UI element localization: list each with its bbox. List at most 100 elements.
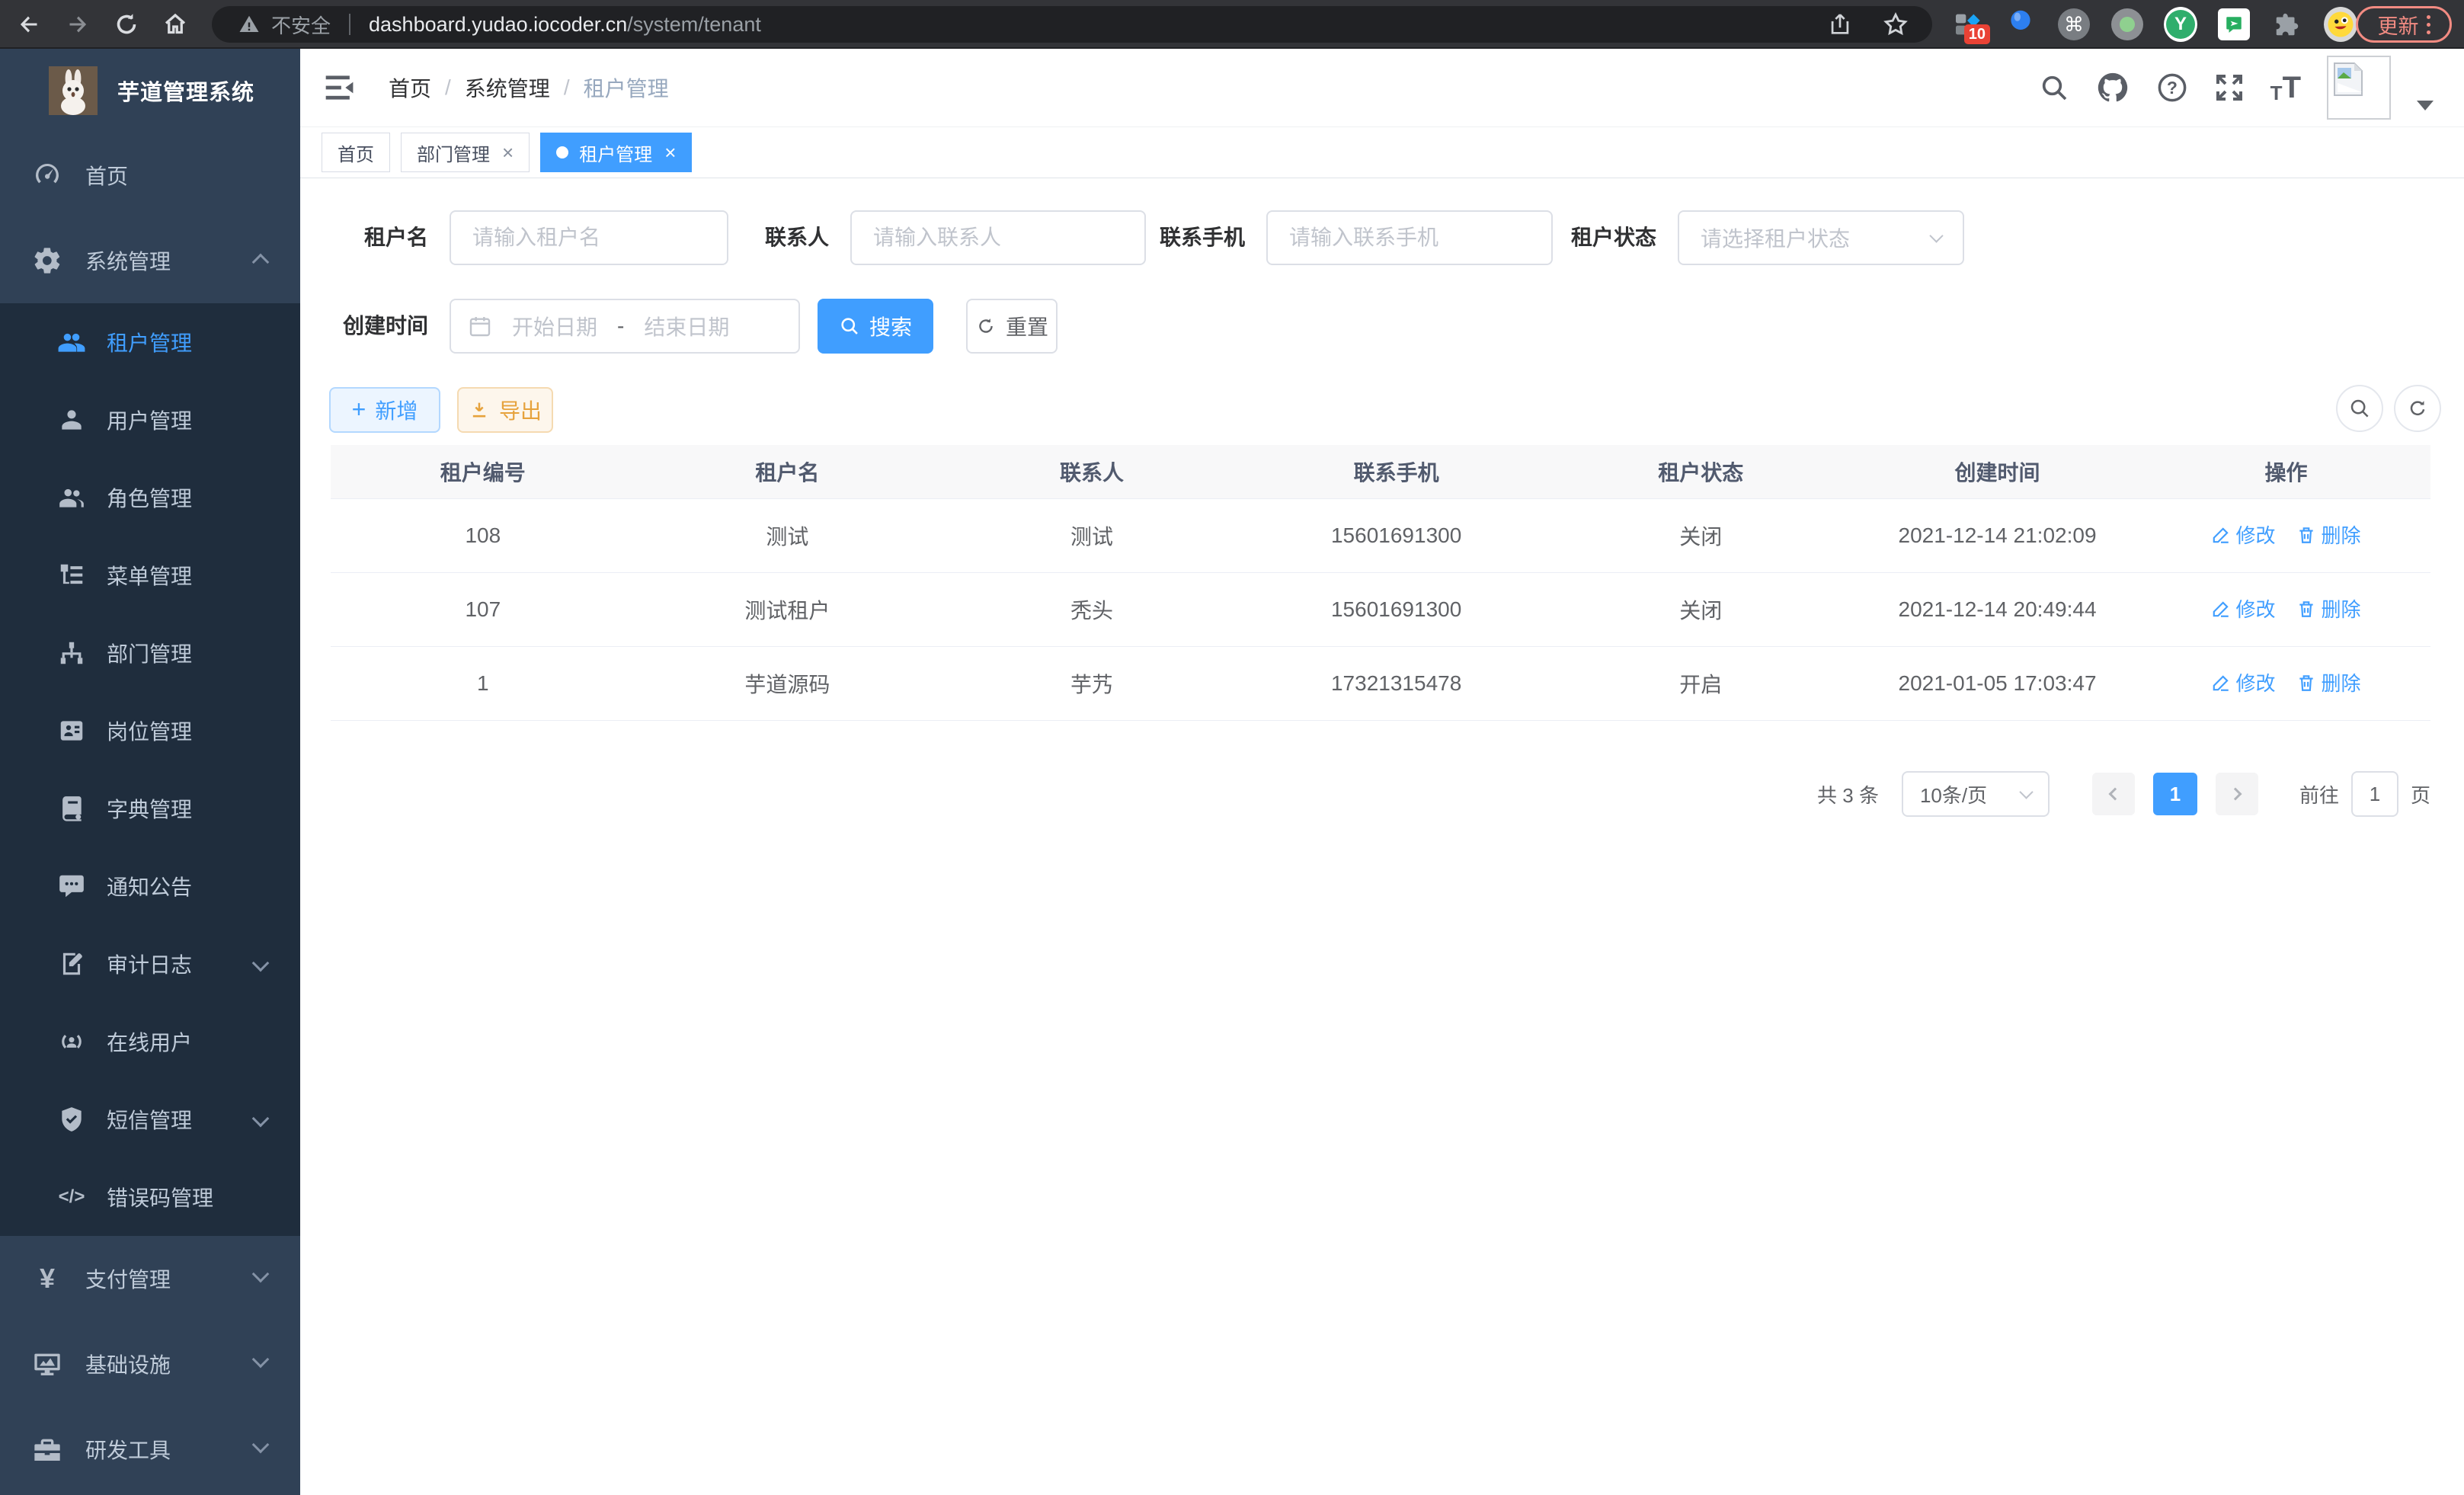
extension-badge: 10 <box>1964 24 1990 44</box>
edit-link[interactable]: 修改 <box>2211 668 2275 696</box>
sidebar-item-label: 首页 <box>85 160 128 190</box>
next-page-button[interactable] <box>2216 773 2258 815</box>
code-icon: </> <box>56 1182 87 1212</box>
tenant-name-input[interactable] <box>450 210 728 265</box>
sidebar-item-tenant[interactable]: 租户管理 <box>0 303 300 381</box>
avatar[interactable] <box>2327 56 2391 120</box>
delete-link[interactable]: 删除 <box>2296 668 2360 696</box>
address-bar[interactable]: 不安全 dashboard.yudao.iocoder.cn /system/t… <box>212 6 1932 43</box>
tag-tenant[interactable]: 租户管理 × <box>540 133 692 172</box>
dictionary-book-icon <box>56 793 87 824</box>
sidebar-item-dept[interactable]: 部门管理 <box>0 614 300 692</box>
sidebar-item-sms[interactable]: 短信管理 <box>0 1080 300 1158</box>
cell-tenant-name: 测试租户 <box>635 572 940 646</box>
extensions-puzzle-icon[interactable] <box>2270 8 2304 41</box>
delete-link[interactable]: 删除 <box>2296 594 2360 623</box>
edit-pen-icon <box>2211 673 2231 693</box>
share-icon[interactable] <box>1827 11 1853 37</box>
app-logo-bunny <box>49 66 98 115</box>
add-button[interactable]: + 新增 <box>329 387 440 433</box>
date-range-picker[interactable]: 开始日期 - 结束日期 <box>450 299 800 354</box>
edit-link[interactable]: 修改 <box>2211 594 2275 623</box>
sidebar-item-home[interactable]: 首页 <box>0 133 300 218</box>
font-size-icon[interactable]: TT <box>2270 72 2301 103</box>
sidebar-item-online-users[interactable]: 在线用户 <box>0 1003 300 1080</box>
search-button[interactable]: 搜索 <box>818 299 933 354</box>
sidebar-item-user[interactable]: 用户管理 <box>0 381 300 459</box>
sidebar-item-error-code[interactable]: </> 错误码管理 <box>0 1158 300 1236</box>
help-icon[interactable]: ? <box>2156 72 2188 104</box>
extension-command-icon[interactable]: ⌘ <box>2057 8 2091 41</box>
delete-link[interactable]: 删除 <box>2296 520 2360 549</box>
shield-check-icon <box>56 1104 87 1135</box>
sidebar-item-devtools[interactable]: 研发工具 <box>0 1407 300 1492</box>
export-button[interactable]: 导出 <box>457 387 553 433</box>
mobile-input[interactable] <box>1266 210 1553 265</box>
page-number-current[interactable]: 1 <box>2153 773 2197 815</box>
breadcrumb-system[interactable]: 系统管理 <box>465 72 550 103</box>
toggle-search-button[interactable] <box>2336 385 2383 432</box>
browser-toolbar: 不安全 dashboard.yudao.iocoder.cn /system/t… <box>0 0 2464 49</box>
prev-page-button[interactable] <box>2092 773 2135 815</box>
tag-dept[interactable]: 部门管理 × <box>401 133 530 172</box>
sidebar-item-label: 系统管理 <box>85 245 171 276</box>
extension-yuque-icon[interactable]: Y <box>2164 8 2197 41</box>
more-menu-icon[interactable] <box>2427 15 2430 34</box>
refresh-table-button[interactable] <box>2394 385 2441 432</box>
close-icon[interactable]: × <box>664 141 676 165</box>
chevron-down-icon <box>252 1436 270 1454</box>
sidebar-toggle-icon[interactable] <box>323 71 357 104</box>
browser-home-icon[interactable] <box>158 8 192 41</box>
chevron-down-icon <box>252 1266 270 1283</box>
sidebar-item-dict[interactable]: 字典管理 <box>0 770 300 847</box>
extension-record-icon[interactable] <box>2110 8 2144 41</box>
contact-input[interactable] <box>850 210 1146 265</box>
toolbox-icon <box>30 1433 64 1466</box>
page-size-select[interactable]: 10条/页 <box>1902 771 2050 817</box>
chevron-down-icon <box>1929 229 1943 242</box>
bookmark-star-icon[interactable] <box>1882 11 1909 38</box>
calendar-icon <box>468 314 492 338</box>
col-tenant-name: 租户名 <box>635 445 940 498</box>
browser-reload-icon[interactable] <box>110 8 143 41</box>
sidebar-item-payment[interactable]: ¥ 支付管理 <box>0 1236 300 1321</box>
extension-chat-icon[interactable] <box>2217 8 2251 41</box>
status-select[interactable]: 请选择租户状态 <box>1678 210 1964 265</box>
extension-pin-icon[interactable] <box>2004 8 2037 41</box>
plus-icon: + <box>352 397 366 421</box>
sidebar-item-system[interactable]: 系统管理 <box>0 218 300 303</box>
profile-avatar-icon[interactable] <box>2324 8 2357 41</box>
goto-page-input[interactable] <box>2351 771 2398 817</box>
browser-back-icon[interactable] <box>12 8 46 41</box>
sidebar-item-label: 部门管理 <box>107 638 192 668</box>
sidebar-item-audit-log[interactable]: 审计日志 <box>0 925 300 1003</box>
avatar-caret-icon[interactable] <box>2417 101 2434 110</box>
browser-update-button[interactable]: 更新 <box>2356 6 2452 43</box>
sidebar-item-post[interactable]: 岗位管理 <box>0 692 300 770</box>
sidebar-item-notice[interactable]: 通知公告 <box>0 847 300 925</box>
badge-icon <box>56 715 87 746</box>
cell-status: 关闭 <box>1548 498 1853 572</box>
chevron-down-icon <box>252 1351 270 1369</box>
search-icon[interactable] <box>2039 72 2069 103</box>
sidebar-item-role[interactable]: 角色管理 <box>0 459 300 536</box>
col-mobile: 联系手机 <box>1244 445 1549 498</box>
sidebar-logo-row[interactable]: 芋道管理系统 <box>0 49 300 133</box>
breadcrumb-home[interactable]: 首页 <box>389 72 431 103</box>
tag-home[interactable]: 首页 <box>322 133 390 172</box>
trash-icon <box>2296 673 2316 693</box>
contact-label: 联系人 <box>712 210 829 265</box>
edit-link[interactable]: 修改 <box>2211 520 2275 549</box>
extension-grid-icon[interactable]: 10 <box>1950 8 1984 41</box>
reset-button[interactable]: 重置 <box>966 299 1058 354</box>
browser-forward-icon[interactable] <box>61 8 94 41</box>
cell-actions: 修改 删除 <box>2142 572 2430 646</box>
sidebar-item-menu[interactable]: 菜单管理 <box>0 536 300 614</box>
sidebar-item-infra[interactable]: 基础设施 <box>0 1321 300 1407</box>
col-contact: 联系人 <box>939 445 1244 498</box>
create-time-label: 创建时间 <box>300 299 428 354</box>
fullscreen-icon[interactable] <box>2214 72 2245 103</box>
close-icon[interactable]: × <box>502 141 514 165</box>
cell-actions: 修改 删除 <box>2142 646 2430 720</box>
github-icon[interactable] <box>2095 70 2130 105</box>
